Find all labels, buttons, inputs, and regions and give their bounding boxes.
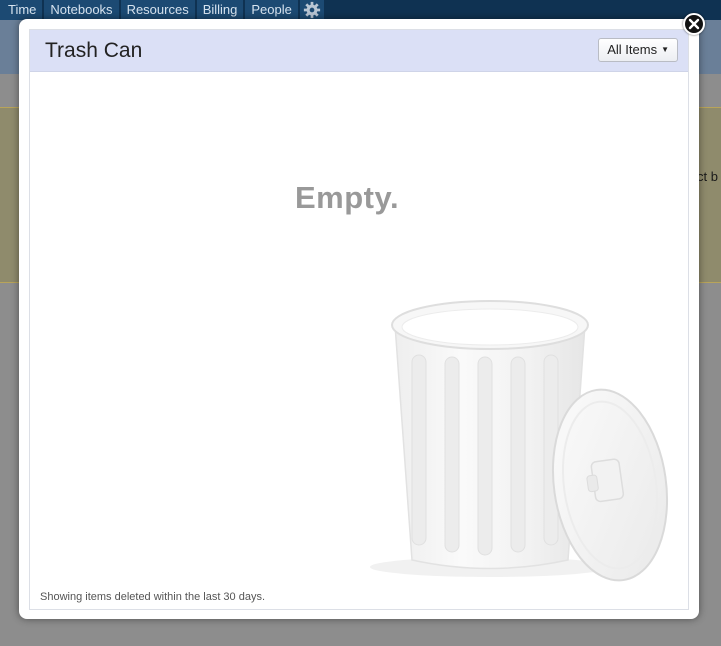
- nav-item-billing[interactable]: Billing: [196, 0, 244, 20]
- dialog-title: Trash Can: [45, 39, 143, 62]
- retention-note: Showing items deleted within the last 30…: [40, 591, 266, 603]
- dialog-header: Trash Can All Items ▼: [30, 30, 688, 72]
- filter-dropdown-label: All Items: [607, 42, 658, 57]
- dialog-content: Trash Can All Items ▼ Empty. Showing ite…: [29, 29, 689, 610]
- nav-item-notebooks[interactable]: Notebooks: [44, 0, 119, 20]
- empty-state-text: Empty.: [295, 180, 400, 215]
- nav-item-time[interactable]: Time: [0, 0, 43, 20]
- filter-dropdown-button[interactable]: All Items ▼: [598, 38, 678, 62]
- background-text-snippet: ct b: [697, 169, 718, 184]
- trash-can-dialog: Trash Can All Items ▼ Empty. Showing ite…: [19, 19, 699, 619]
- gear-icon[interactable]: [299, 0, 324, 20]
- caret-down-icon: ▼: [661, 45, 669, 54]
- nav-item-people[interactable]: People: [245, 0, 298, 20]
- trash-can-icon: [370, 300, 669, 582]
- nav-item-resources[interactable]: Resources: [120, 0, 195, 20]
- close-icon[interactable]: [683, 13, 705, 35]
- top-navigation: Time Notebooks Resources Billing People: [0, 0, 721, 20]
